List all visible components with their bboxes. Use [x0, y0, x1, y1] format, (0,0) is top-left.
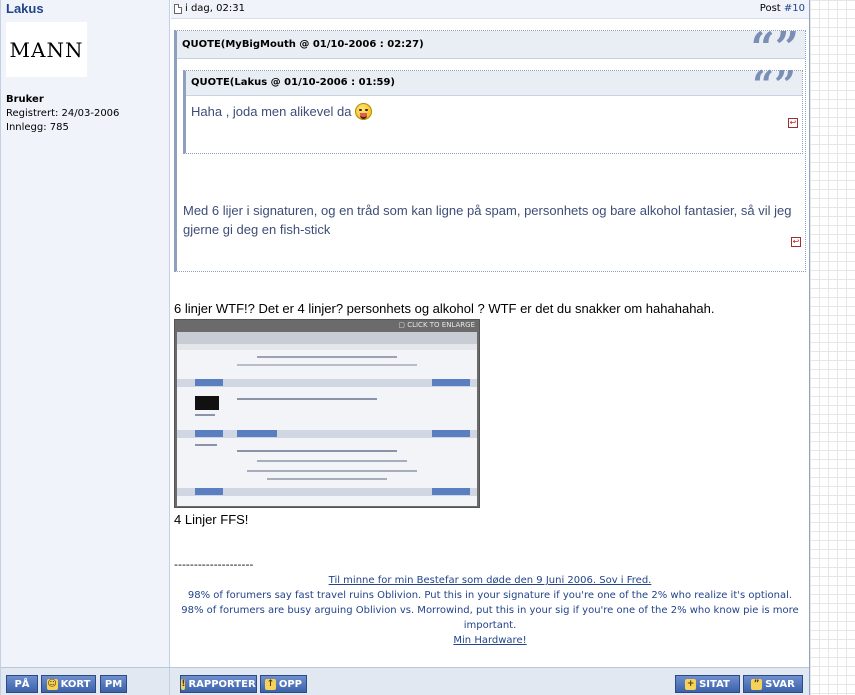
post-date-text: i dag, 02:31: [185, 3, 245, 14]
warning-icon: !: [181, 678, 186, 690]
post-number: Post #10: [760, 3, 805, 14]
author-registered: Registrert: 24/03-2006: [6, 108, 120, 119]
signature-line-3: 98% of forumers are busy arguing Oblivio…: [181, 605, 799, 631]
avatar: MANN: [6, 22, 87, 77]
online-status-button[interactable]: PÅ: [6, 675, 38, 693]
goto-post-icon[interactable]: ↩: [791, 237, 801, 247]
goto-post-icon[interactable]: ↩: [788, 118, 798, 128]
avatar-text: MANN: [9, 37, 84, 62]
post-number-link[interactable]: #10: [784, 3, 805, 14]
post-footer: PÅ ☺ KORT PM ! RAPPORTER ↑ OPP + SITAT ”…: [1, 667, 809, 695]
pm-button[interactable]: PM: [100, 675, 127, 693]
tongue-smiley-icon: [355, 103, 373, 120]
post-header: i dag, 02:31 Post #10: [171, 0, 809, 19]
quote-mark-icon: ”: [751, 678, 763, 690]
inner-quote-title: QUOTE(Lakus @ 01/10-2006 : 01:59): [191, 77, 395, 88]
post-date: i dag, 02:31: [174, 3, 245, 14]
click-to-enlarge-text: CLICK TO ENLARGE: [407, 321, 475, 329]
inner-quote-header: QUOTE(Lakus @ 01/10-2006 : 01:59) “”: [186, 66, 802, 104]
signature-separator: --------------------: [174, 558, 254, 571]
plus-icon: +: [685, 678, 697, 690]
page-background-grid: [810, 0, 855, 695]
outer-quote-title: QUOTE(MyBigMouth @ 01/10-2006 : 02:27): [182, 39, 424, 50]
document-icon: [174, 3, 182, 14]
profile-card-label: KORT: [60, 678, 91, 690]
scroll-top-button[interactable]: ↑ OPP: [260, 675, 307, 693]
arrow-up-icon: ↑: [265, 678, 276, 690]
author-name[interactable]: Lakus: [6, 1, 44, 16]
signature-link-memorial[interactable]: Til minne for min Bestefar som døde den …: [329, 575, 652, 586]
report-label: RAPPORTER: [188, 678, 256, 690]
quote-button[interactable]: + SITAT: [675, 675, 740, 693]
screenshot-thumbnail[interactable]: ▢ CLICK TO ENLARGE: [174, 319, 480, 508]
online-status-label: PÅ: [14, 678, 30, 690]
quote-label: SITAT: [699, 678, 730, 690]
reply-label: SVAR: [765, 678, 795, 690]
inner-quote-body: Haha , joda men alikevel da: [191, 103, 373, 120]
user-icon: ☺: [46, 678, 58, 690]
forum-post: Lakus MANN Bruker Registrert: 24/03-2006…: [0, 0, 810, 695]
signature-link-hardware[interactable]: Min Hardware!: [453, 635, 526, 646]
author-panel: Lakus MANN Bruker Registrert: 24/03-2006…: [1, 0, 170, 667]
reply-line-2: 4 Linjer FFS!: [174, 512, 249, 527]
outer-quote-header: QUOTE(MyBigMouth @ 01/10-2006 : 02:27) “…: [177, 27, 805, 69]
outer-quote: QUOTE(MyBigMouth @ 01/10-2006 : 02:27) “…: [174, 27, 806, 272]
profile-card-button[interactable]: ☺ KORT: [41, 675, 96, 693]
signature: Til minne for min Bestefar som døde den …: [174, 573, 806, 648]
author-post-count: Innlegg: 785: [6, 122, 69, 133]
scroll-top-label: OPP: [278, 678, 302, 690]
signature-line-2: 98% of forumers say fast travel ruins Ob…: [187, 590, 793, 601]
reply-line-1: 6 linjer WTF!? Det er 4 linjer? personhe…: [174, 301, 715, 316]
post-number-prefix: Post: [759, 3, 784, 14]
quote-mark-icon: “”: [752, 62, 796, 107]
reply-button[interactable]: ” SVAR: [743, 675, 803, 693]
click-to-enlarge-bar[interactable]: ▢ CLICK TO ENLARGE: [175, 320, 479, 331]
outer-quote-text: Med 6 lijer i signaturen, og en tråd som…: [183, 203, 792, 237]
report-button[interactable]: ! RAPPORTER: [180, 675, 257, 693]
author-rank: Bruker: [6, 94, 44, 105]
author-meta: Bruker Registrert: 24/03-2006 Innlegg: 7…: [6, 93, 119, 135]
post-content: i dag, 02:31 Post #10 QUOTE(MyBigMouth @…: [171, 0, 809, 667]
thumbnail-image: [177, 332, 477, 506]
inner-quote-text: Haha , joda men alikevel da: [191, 104, 352, 119]
inner-quote: QUOTE(Lakus @ 01/10-2006 : 01:59) “” Hah…: [183, 66, 803, 154]
pm-label: PM: [104, 678, 123, 690]
